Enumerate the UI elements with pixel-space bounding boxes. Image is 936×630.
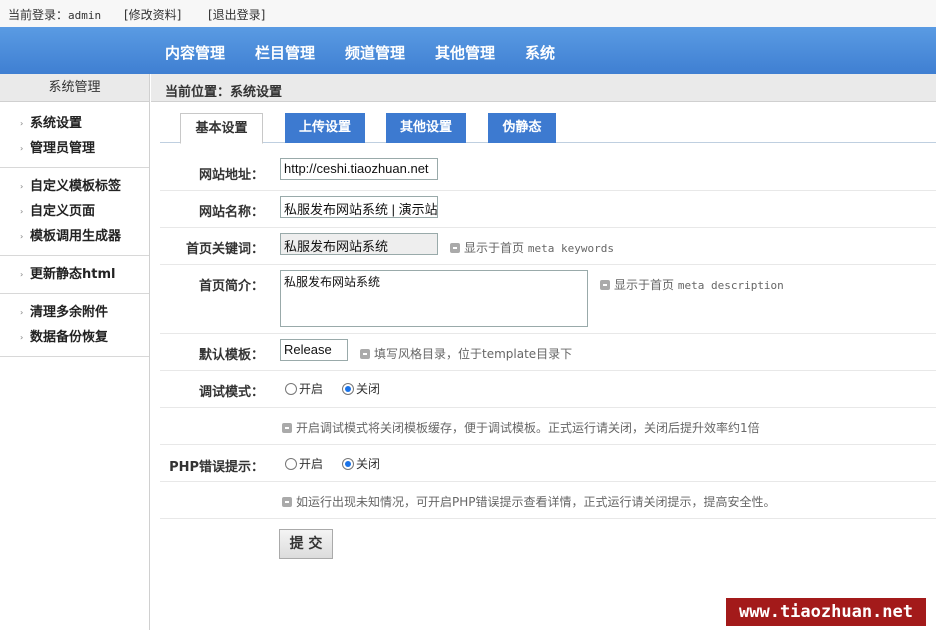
- breadcrumb-text: 当前位置：系统设置: [165, 85, 283, 100]
- template-hint: 填写风格目录，位于template目录下: [360, 345, 572, 362]
- arrow-right-icon: ›: [20, 182, 24, 191]
- nav-other[interactable]: 其他管理: [435, 42, 495, 63]
- edit-profile-link[interactable]: [修改资料]: [124, 6, 181, 23]
- debug-off-radio[interactable]: 关闭: [342, 380, 380, 397]
- sidebar-group: › 自定义模板标签 › 自定义页面 › 模板调用生成器: [0, 168, 149, 256]
- nav-columns[interactable]: 栏目管理: [255, 42, 315, 63]
- row-php-errors: PHP错误提示： 开启 关闭: [160, 445, 936, 482]
- row-keywords: 首页关键词： 私服发布网站系统 显示于首页 meta keywords: [160, 228, 936, 265]
- sidebar-group: › 清理多余附件 › 数据备份恢复: [0, 294, 149, 357]
- radio-off-icon: [285, 383, 297, 395]
- breadcrumb: 当前位置：系统设置: [151, 74, 936, 102]
- row-php-hint: 如运行出现未知情况，可开启PHP错误提示查看详情，正式运行请关闭提示，提高安全性…: [160, 482, 936, 519]
- template-input[interactable]: Release: [280, 339, 348, 361]
- arrow-right-icon: ›: [20, 232, 24, 241]
- php-off-radio[interactable]: 关闭: [342, 455, 380, 472]
- sidebar-item-template-generator[interactable]: › 模板调用生成器: [0, 224, 149, 249]
- nav-channels[interactable]: 频道管理: [345, 42, 405, 63]
- description-textarea[interactable]: 私服发布网站系统: [280, 270, 588, 327]
- sidebar-group: › 系统设置 › 管理员管理: [0, 102, 149, 168]
- arrow-right-icon: ›: [20, 308, 24, 317]
- radio-off-icon: [285, 458, 297, 470]
- php-on-radio[interactable]: 开启: [285, 455, 323, 472]
- arrow-right-icon: ›: [20, 119, 24, 128]
- main-nav: 内容管理 栏目管理 频道管理 其他管理 系统: [0, 27, 936, 74]
- sidebar-item-clean-attachments[interactable]: › 清理多余附件: [0, 300, 149, 325]
- sidebar-item-update-static[interactable]: › 更新静态html: [0, 262, 149, 287]
- watermark: www.tiaozhuan.net: [726, 598, 926, 626]
- row-site-name: 网站名称： 私服发布网站系统 | 演示站: [160, 191, 936, 228]
- arrow-right-icon: ›: [20, 270, 24, 279]
- tab-upload[interactable]: 上传设置: [285, 113, 365, 143]
- keywords-input[interactable]: 私服发布网站系统: [280, 233, 438, 255]
- top-status-bar: 当前登录：admin [修改资料] [退出登录]: [0, 0, 936, 27]
- logout-link[interactable]: [退出登录]: [208, 6, 265, 23]
- info-icon: [360, 349, 370, 359]
- tab-other[interactable]: 其他设置: [386, 113, 466, 143]
- submit-button[interactable]: 提 交: [279, 529, 333, 559]
- nav-content[interactable]: 内容管理: [165, 42, 225, 63]
- site-name-input[interactable]: 私服发布网站系统 | 演示站: [280, 196, 438, 218]
- debug-hint: 开启调试模式将关闭模板缓存，便于调试模板。正式运行请关闭，关闭后提升效率约1倍: [282, 419, 760, 436]
- sidebar-item-custom-pages[interactable]: › 自定义页面: [0, 199, 149, 224]
- settings-tabs: 基本设置 上传设置 其他设置 伪静态: [160, 113, 936, 144]
- nav-system[interactable]: 系统: [525, 42, 555, 63]
- arrow-right-icon: ›: [20, 144, 24, 153]
- row-site-url: 网站地址： http://ceshi.tiaozhuan.net: [160, 153, 936, 191]
- keywords-label: 首页关键词：: [185, 242, 264, 257]
- sidebar-item-custom-tags[interactable]: › 自定义模板标签: [0, 174, 149, 199]
- php-errors-label: PHP错误提示：: [169, 460, 264, 475]
- sidebar-item-backup[interactable]: › 数据备份恢复: [0, 325, 149, 350]
- tab-rewrite[interactable]: 伪静态: [488, 113, 556, 143]
- site-url-label: 网站地址：: [198, 168, 264, 183]
- info-icon: [282, 497, 292, 507]
- arrow-right-icon: ›: [20, 207, 24, 216]
- description-label: 首页简介：: [198, 279, 264, 294]
- template-label: 默认模板：: [198, 348, 264, 363]
- sidebar-title: 系统管理: [0, 74, 149, 102]
- keywords-hint: 显示于首页 meta keywords: [450, 239, 614, 256]
- info-icon: [450, 243, 460, 253]
- info-icon: [282, 423, 292, 433]
- sidebar: 系统管理 › 系统设置 › 管理员管理 › 自定义模板标签 › 自定义页面 › 模板调用生…: [0, 74, 150, 630]
- sidebar-item-admin-manage[interactable]: › 管理员管理: [0, 136, 149, 161]
- sidebar-item-system-settings[interactable]: › 系统设置: [0, 111, 149, 136]
- sidebar-group: › 更新静态html: [0, 256, 149, 294]
- tab-basic[interactable]: 基本设置: [180, 113, 263, 144]
- info-icon: [600, 280, 610, 290]
- site-name-label: 网站名称：: [198, 205, 264, 220]
- php-hint: 如运行出现未知情况，可开启PHP错误提示查看详情，正式运行请关闭提示，提高安全性…: [282, 493, 776, 510]
- row-description: 首页简介： 私服发布网站系统 显示于首页 meta description: [160, 265, 936, 334]
- row-debug: 调试模式： 开启 关闭: [160, 371, 936, 408]
- site-url-input[interactable]: http://ceshi.tiaozhuan.net: [280, 158, 438, 180]
- arrow-right-icon: ›: [20, 333, 24, 342]
- row-debug-hint: 开启调试模式将关闭模板缓存，便于调试模板。正式运行请关闭，关闭后提升效率约1倍: [160, 408, 936, 445]
- radio-on-icon: [342, 383, 354, 395]
- debug-label: 调试模式：: [198, 385, 264, 400]
- current-user: admin: [68, 9, 102, 22]
- login-label: 当前登录：admin: [8, 8, 102, 22]
- row-template: 默认模板： Release 填写风格目录，位于template目录下: [160, 334, 936, 371]
- description-hint: 显示于首页 meta description: [600, 276, 784, 293]
- radio-on-icon: [342, 458, 354, 470]
- debug-on-radio[interactable]: 开启: [285, 380, 323, 397]
